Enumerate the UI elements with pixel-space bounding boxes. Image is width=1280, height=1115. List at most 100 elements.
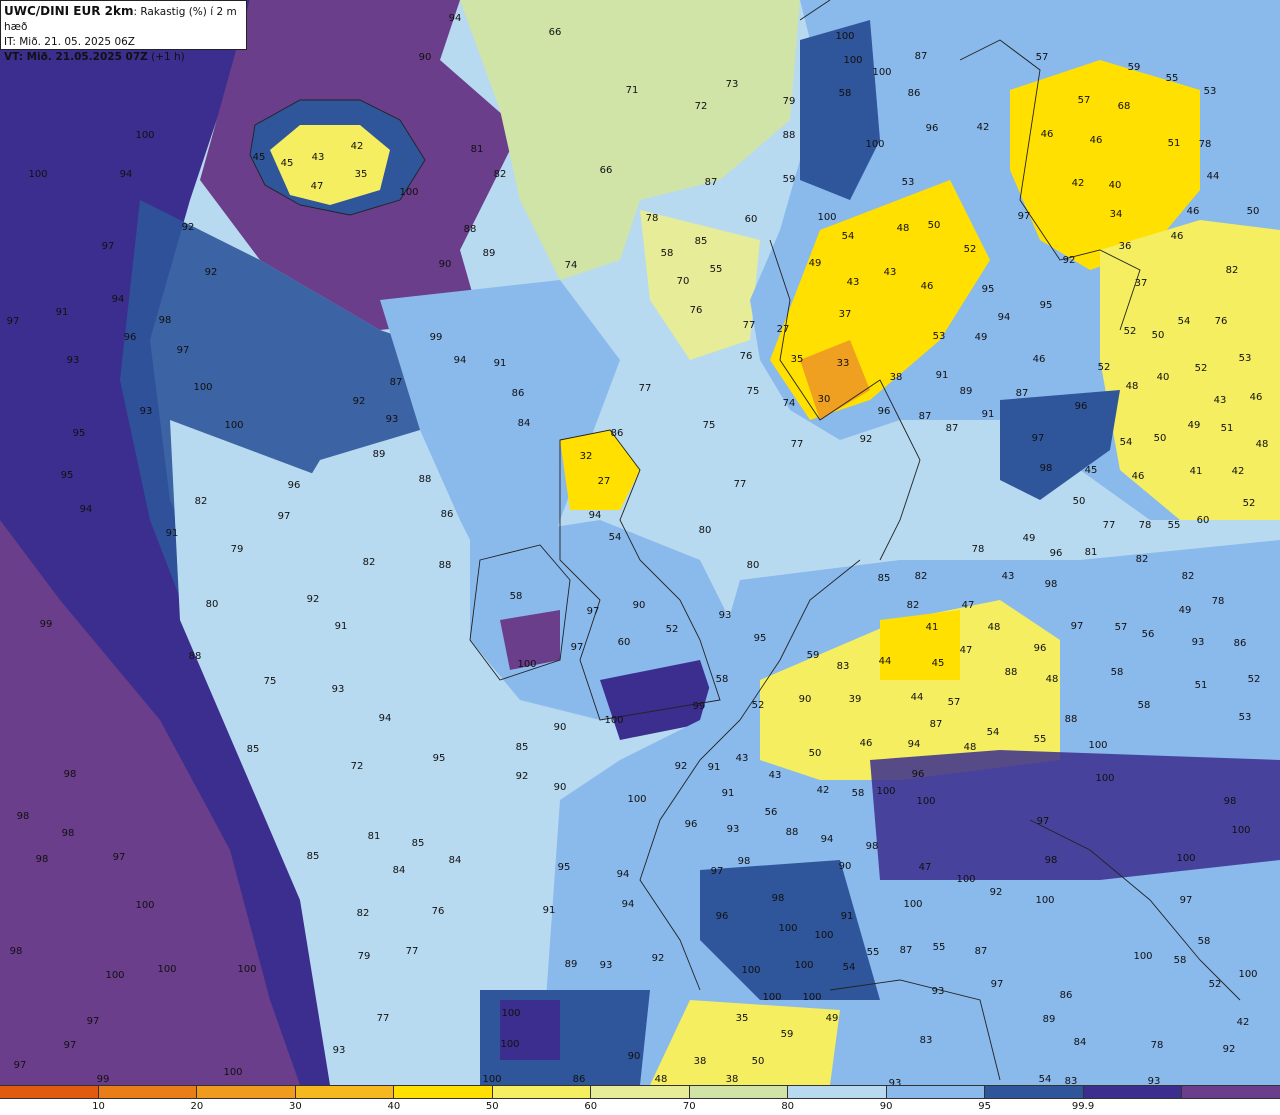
- map-value-label: 100: [517, 659, 537, 670]
- map-value-label: 76: [689, 305, 703, 316]
- map-value-label: 48: [1255, 439, 1269, 450]
- map-value-label: 35: [790, 354, 804, 365]
- map-value-label: 45: [280, 158, 294, 169]
- map-value-label: 86: [1233, 638, 1247, 649]
- map-value-label: 59: [780, 1029, 794, 1040]
- map-value-label: 98: [61, 828, 75, 839]
- map-value-label: 83: [836, 661, 850, 672]
- map-value-label: 52: [1194, 363, 1208, 374]
- map-value-label: 91: [165, 528, 179, 539]
- map-value-label: 95: [753, 633, 767, 644]
- map-value-label: 100: [1176, 853, 1196, 864]
- map-value-label: 94: [378, 713, 392, 724]
- legend-swatch: [1083, 1086, 1183, 1098]
- map-value-label: 59: [806, 650, 820, 661]
- map-value-label: 100: [604, 715, 624, 726]
- map-value-label: 96: [1074, 401, 1088, 412]
- map-value-label: 54: [841, 231, 855, 242]
- map-value-label: 100: [105, 970, 125, 981]
- map-value-label: 86: [1059, 990, 1073, 1001]
- map-value-label: 68: [1117, 101, 1131, 112]
- map-value-label: 76: [1214, 316, 1228, 327]
- map-value-label: 93: [332, 1045, 346, 1056]
- map-value-label: 97: [101, 241, 115, 252]
- map-value-label: 43: [883, 267, 897, 278]
- map-value-label: 88: [1004, 667, 1018, 678]
- map-value-label: 95: [432, 753, 446, 764]
- map-value-label: 98: [63, 769, 77, 780]
- legend-swatch: [985, 1086, 1084, 1098]
- map-value-label: 89: [372, 449, 386, 460]
- map-value-label: 93: [66, 355, 80, 366]
- map-value-label: 85: [877, 573, 891, 584]
- legend-tick-label: 40: [387, 1101, 401, 1112]
- map-value-label: 91: [721, 788, 735, 799]
- map-value-label: 60: [1196, 515, 1210, 526]
- map-value-label: 56: [1141, 629, 1155, 640]
- color-legend: 10 20 30 40 50 60 70 80 90 95 99.9: [0, 1085, 1280, 1115]
- map-value-label: 35: [354, 169, 368, 180]
- map-value-label: 50: [1246, 206, 1260, 217]
- map-value-label: 92: [859, 434, 873, 445]
- map-value-label: 93: [1191, 637, 1205, 648]
- map-value-label: 94: [448, 13, 462, 24]
- map-value-label: 85: [246, 744, 260, 755]
- map-value-label: 100: [399, 187, 419, 198]
- map-value-label: 97: [6, 316, 20, 327]
- map-value-label: 58: [715, 674, 729, 685]
- map-value-label: 77: [790, 439, 804, 450]
- map-value-label: 58: [838, 88, 852, 99]
- map-value-label: 79: [230, 544, 244, 555]
- map-value-label: 60: [617, 637, 631, 648]
- map-value-label: 77: [405, 946, 419, 957]
- map-value-label: 52: [751, 700, 765, 711]
- map-value-label: 81: [1084, 547, 1098, 558]
- map-value-label: 82: [906, 600, 920, 611]
- map-value-label: 66: [548, 27, 562, 38]
- map-value-label: 94: [616, 869, 630, 880]
- map-value-label: 92: [181, 222, 195, 233]
- map-value-label: 95: [557, 862, 571, 873]
- map-value-label: 98: [1044, 855, 1058, 866]
- map-value-label: 100: [1238, 969, 1258, 980]
- map-value-label: 76: [739, 351, 753, 362]
- legend-swatch: [295, 1086, 395, 1098]
- map-value-label: 97: [86, 1016, 100, 1027]
- map-value-label: 91: [542, 905, 556, 916]
- map-value-label: 99: [692, 701, 706, 712]
- map-value-label: 43: [1001, 571, 1015, 582]
- map-value-label: 91: [493, 358, 507, 369]
- legend-tick-label: 80: [781, 1101, 795, 1112]
- legend-swatch: [689, 1086, 789, 1098]
- map-value-label: 100: [903, 899, 923, 910]
- map-value-label: 55: [1165, 73, 1179, 84]
- map-value-label: 100: [500, 1039, 520, 1050]
- map-value-label: 82: [362, 557, 376, 568]
- map-value-label: 78: [1138, 520, 1152, 531]
- map-value-label: 58: [1137, 700, 1151, 711]
- map-value-label: 98: [158, 315, 172, 326]
- map-value-label: 38: [889, 372, 903, 383]
- map-value-label: 43: [735, 753, 749, 764]
- map-value-label: 55: [1033, 734, 1047, 745]
- map-value-label: 48: [1045, 674, 1059, 685]
- map-value-label: 51: [1167, 138, 1181, 149]
- map-value-label: 48: [654, 1074, 668, 1085]
- legend-tick-label: 50: [485, 1101, 499, 1112]
- map-value-label: 46: [1089, 135, 1103, 146]
- map-value-label: 43: [1213, 395, 1227, 406]
- map-value-label: 83: [919, 1035, 933, 1046]
- map-value-label: 78: [971, 544, 985, 555]
- map-value-label: 98: [1223, 796, 1237, 807]
- map-value-label: 93: [599, 960, 613, 971]
- map-value-label: 100: [135, 900, 155, 911]
- legend-swatch: [394, 1086, 493, 1098]
- map-value-label: 36: [1118, 241, 1132, 252]
- map-value-label: 90: [553, 722, 567, 733]
- map-value-label: 55: [709, 264, 723, 275]
- map-value-label: 79: [357, 951, 371, 962]
- legend-tick-label: 60: [584, 1101, 598, 1112]
- map-value-label: 42: [816, 785, 830, 796]
- map-value-label: 100: [865, 139, 885, 150]
- map-value-label: 88: [438, 560, 452, 571]
